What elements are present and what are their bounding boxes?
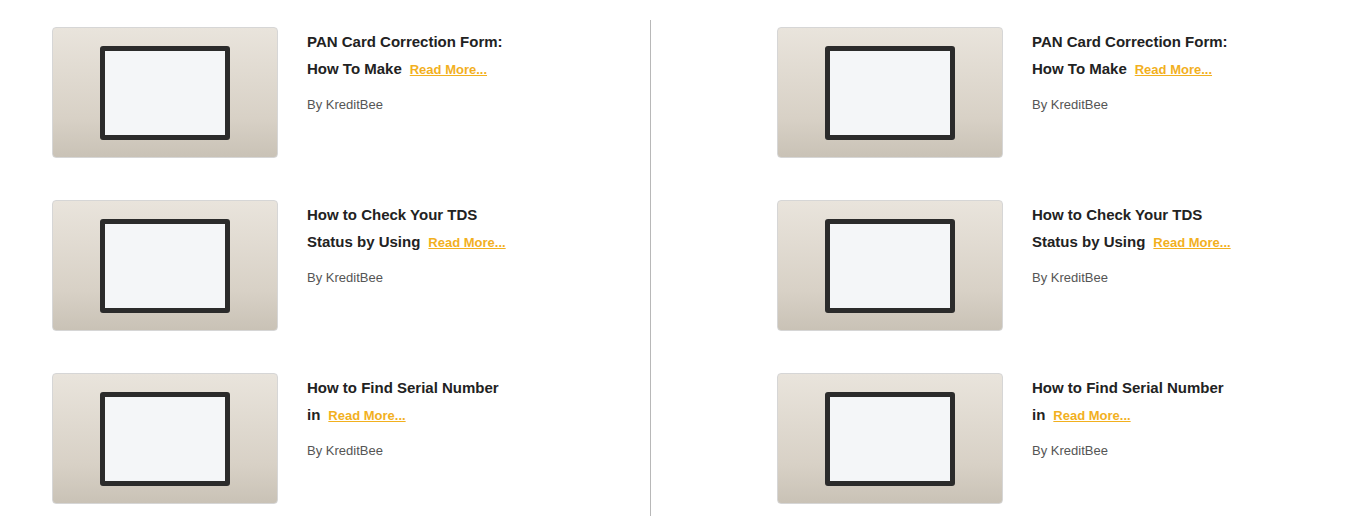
article-title[interactable]: PAN Card Correction Form:How To MakeRead… — [1032, 28, 1228, 83]
read-more-link[interactable]: Read More... — [1153, 235, 1230, 250]
article-text: PAN Card Correction Form:How To MakeRead… — [1032, 27, 1228, 114]
article-text: How to Find Serial NumberinRead More... B… — [1032, 373, 1224, 460]
article-card[interactable]: How to Check Your TDSStatus by UsingRead… — [777, 200, 1347, 331]
article-card[interactable]: How to Find Serial NumberinRead More... B… — [777, 373, 1347, 504]
title-line: inRead More... — [307, 401, 499, 429]
article-text: How to Check Your TDSStatus by UsingRead… — [1032, 200, 1231, 287]
article-thumbnail[interactable] — [52, 27, 278, 158]
laptop-screen — [100, 46, 230, 140]
article-author: By KreditBee — [307, 442, 499, 460]
title-line: How to Find Serial Number — [307, 374, 499, 401]
article-title[interactable]: PAN Card Correction Form:How To MakeRead… — [307, 28, 503, 83]
article-card[interactable]: PAN Card Correction Form:How To MakeRead… — [777, 27, 1347, 158]
title-line: PAN Card Correction Form: — [1032, 28, 1228, 55]
title-line: How to Check Your TDS — [1032, 201, 1231, 228]
article-title[interactable]: How to Find Serial NumberinRead More... — [1032, 374, 1224, 429]
read-more-link[interactable]: Read More... — [1053, 408, 1130, 423]
title-line: How to Find Serial Number — [1032, 374, 1224, 401]
article-text: How to Find Serial NumberinRead More... B… — [307, 373, 499, 460]
title-line: inRead More... — [1032, 401, 1224, 429]
article-author: By KreditBee — [1032, 269, 1231, 287]
article-card[interactable]: How to Find Serial NumberinRead More... B… — [52, 373, 650, 504]
article-author: By KreditBee — [1032, 96, 1228, 114]
laptop-screen — [825, 392, 955, 486]
laptop-screen — [100, 219, 230, 313]
title-line: Status by UsingRead More... — [1032, 228, 1231, 256]
article-title[interactable]: How to Check Your TDSStatus by UsingRead… — [1032, 201, 1231, 256]
article-column: PAN Card Correction Form:How To MakeRead… — [651, 20, 1347, 516]
title-line: PAN Card Correction Form: — [307, 28, 503, 55]
laptop-screen — [100, 392, 230, 486]
article-thumbnail[interactable] — [777, 27, 1003, 158]
article-title[interactable]: How to Check Your TDSStatus by UsingRead… — [307, 201, 506, 256]
laptop-screen — [825, 219, 955, 313]
article-thumbnail[interactable] — [777, 200, 1003, 331]
article-text: How to Check Your TDSStatus by UsingRead… — [307, 200, 506, 287]
article-thumbnail[interactable] — [52, 200, 278, 331]
title-line: Status by UsingRead More... — [307, 228, 506, 256]
article-card[interactable]: PAN Card Correction Form:How To MakeRead… — [52, 27, 650, 158]
article-title[interactable]: How to Find Serial NumberinRead More... — [307, 374, 499, 429]
article-thumbnail[interactable] — [777, 373, 1003, 504]
read-more-link[interactable]: Read More... — [428, 235, 505, 250]
article-author: By KreditBee — [1032, 442, 1224, 460]
laptop-screen — [825, 46, 955, 140]
title-line: How to Check Your TDS — [307, 201, 506, 228]
title-line: How To MakeRead More... — [1032, 55, 1228, 83]
article-thumbnail[interactable] — [52, 373, 278, 504]
article-page: PAN Card Correction Form:How To MakeRead… — [0, 0, 1347, 516]
column-divider — [650, 20, 651, 516]
read-more-link[interactable]: Read More... — [1135, 62, 1212, 77]
article-author: By KreditBee — [307, 96, 503, 114]
read-more-link[interactable]: Read More... — [328, 408, 405, 423]
read-more-link[interactable]: Read More... — [410, 62, 487, 77]
article-card[interactable]: How to Check Your TDSStatus by UsingRead… — [52, 200, 650, 331]
article-column: PAN Card Correction Form:How To MakeRead… — [0, 20, 650, 516]
title-line: How To MakeRead More... — [307, 55, 503, 83]
article-author: By KreditBee — [307, 269, 506, 287]
article-text: PAN Card Correction Form:How To MakeRead… — [307, 27, 503, 114]
